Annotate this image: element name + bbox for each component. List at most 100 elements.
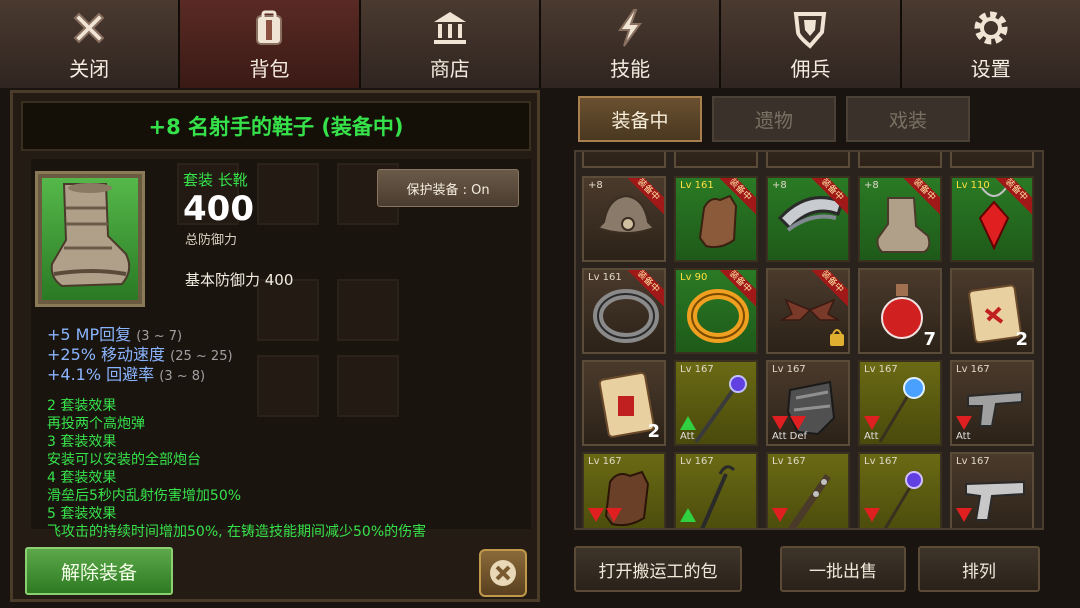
- tab-backpack[interactable]: 背包: [180, 0, 361, 88]
- tab-skills[interactable]: 技能: [540, 0, 722, 88]
- backpack-icon: [246, 6, 292, 50]
- inventory-slot-partial[interactable]: [766, 152, 850, 168]
- inventory-slot[interactable]: Lv 167: [858, 452, 942, 528]
- tab-settings[interactable]: 设置: [901, 0, 1080, 88]
- inventory-slot[interactable]: Lv 110 装备中: [950, 176, 1034, 262]
- item-defense-caption: 总防御力: [185, 233, 238, 248]
- slot-level-label: +8: [588, 180, 603, 191]
- faded-slot: [337, 279, 399, 341]
- shop-icon: [427, 6, 473, 50]
- faded-slot: [337, 355, 399, 417]
- tab-backpack-label: 背包: [249, 57, 290, 81]
- inventory-grid[interactable]: +8 装备中 Lv 161 装备中 +8 装备中 +8 装备中 Lv 110 装备中 Lv 161 装…: [574, 150, 1044, 530]
- stat-down-arrow-icon: [864, 508, 880, 522]
- inventory-slot[interactable]: +8 装备中: [582, 176, 666, 262]
- tab-settings-label: 设置: [970, 57, 1011, 81]
- slot-compare-tag: Att: [680, 431, 695, 442]
- inventory-slot[interactable]: Lv 167: [950, 452, 1034, 528]
- item-set-type: 套装 长靴: [183, 171, 248, 189]
- slot-compare-tag: Att: [864, 431, 879, 442]
- inventory-slot[interactable]: Lv 161 装备中: [582, 268, 666, 354]
- slot-count: 2: [647, 421, 660, 442]
- stat-line: +4.1% 回避率 (3 ~ 8): [47, 361, 205, 385]
- slot-level-label: Lv 167: [680, 456, 714, 467]
- faded-slot: [257, 163, 319, 225]
- inventory-slot[interactable]: 7: [858, 268, 942, 354]
- slot-compare-tag: Att Def: [772, 431, 808, 442]
- inventory-slot[interactable]: Lv 167 Att Def: [766, 360, 850, 446]
- inventory-slot[interactable]: Lv 167: [582, 452, 666, 528]
- tab-mercenary[interactable]: 佣兵: [721, 0, 902, 88]
- slot-level-label: Lv 167: [864, 456, 898, 467]
- item-detail-panel: +8 名射手的鞋子 (装备中) 套装 长靴 400 总防御力 基本防御力 400…: [10, 90, 540, 602]
- sort-button[interactable]: 排列: [918, 546, 1040, 592]
- set-effect-line: 5 套装效果: [47, 506, 117, 522]
- boot-icon: [50, 183, 131, 288]
- stat-down-arrow-icon: [956, 416, 972, 430]
- inventory-slot[interactable]: Lv 167 Att: [950, 360, 1034, 446]
- stat-text: +4.1% 回避率: [47, 365, 155, 384]
- item-title: +8 名射手的鞋子 (装备中): [148, 115, 404, 139]
- tab-costume[interactable]: 戏装: [846, 96, 970, 142]
- slot-level-label: +8: [864, 180, 879, 191]
- tab-close[interactable]: 关闭: [0, 0, 181, 88]
- stat-down-arrow-icon: [588, 508, 604, 522]
- unequip-button[interactable]: 解除装备: [25, 547, 173, 595]
- set-effect-line: 飞攻击的持续时间增加50%, 在铸造技能期间减少50%的伤害: [47, 524, 427, 540]
- tab-skills-label: 技能: [610, 57, 651, 81]
- inventory-slot[interactable]: +8 装备中: [766, 176, 850, 262]
- set-effect-line: 4 套装效果: [47, 470, 117, 486]
- slot-level-label: Lv 167: [864, 364, 898, 375]
- stat-up-arrow-icon: [680, 508, 696, 522]
- slot-level-label: Lv 90: [680, 272, 708, 283]
- set-effect-line: 安装可以安装的全部炮台: [47, 452, 201, 468]
- slot-level-label: +8: [772, 180, 787, 191]
- bulk-sell-button[interactable]: 一批出售: [780, 546, 906, 592]
- stat-down-arrow-icon: [606, 508, 622, 522]
- inventory-slot[interactable]: 2: [950, 268, 1034, 354]
- slot-level-label: Lv 161: [588, 272, 622, 283]
- inventory-slot[interactable]: Lv 167: [674, 452, 758, 528]
- inventory-slot-partial[interactable]: [674, 152, 758, 168]
- close-panel-button[interactable]: [479, 549, 527, 597]
- stat-down-arrow-icon: [772, 416, 788, 430]
- inventory-slot[interactable]: Lv 90 装备中: [674, 268, 758, 354]
- stat-up-arrow-icon: [680, 416, 696, 430]
- slot-compare-tag: Att: [956, 431, 971, 442]
- inventory-slot-partial[interactable]: [858, 152, 942, 168]
- inventory-slot-partial[interactable]: [950, 152, 1034, 168]
- open-porter-bag-button[interactable]: 打开搬运工的包: [574, 546, 742, 592]
- slot-level-label: Lv 167: [588, 456, 622, 467]
- inventory-slot[interactable]: Lv 167 Att: [674, 360, 758, 446]
- tab-equipped[interactable]: 装备中: [578, 96, 702, 142]
- inventory-slot-partial[interactable]: [582, 152, 666, 168]
- inventory-slot[interactable]: Lv 161 装备中: [674, 176, 758, 262]
- inventory-slot[interactable]: Lv 167 Att: [858, 360, 942, 446]
- item-base-defense: 基本防御力 400: [185, 271, 294, 289]
- slot-count: 7: [923, 329, 936, 350]
- skill-bolt-icon: [607, 6, 653, 50]
- faded-slot: [257, 355, 319, 417]
- slot-level-label: Lv 161: [680, 180, 714, 191]
- inventory-slot[interactable]: Lv 167: [766, 452, 850, 528]
- set-effect-line: 3 套装效果: [47, 434, 117, 450]
- tab-shop-label: 商店: [429, 57, 470, 81]
- set-effect-line: 再投两个高炮弹: [47, 416, 145, 432]
- tab-close-label: 关闭: [69, 57, 110, 81]
- item-defense-value: 400: [183, 189, 254, 229]
- inventory-slot[interactable]: 2: [582, 360, 666, 446]
- close-icon: [66, 6, 112, 50]
- inventory-slot[interactable]: 装备中: [766, 268, 850, 354]
- stat-down-arrow-icon: [772, 508, 788, 522]
- top-nav: 关闭 背包 商店 技能 佣兵 设置: [0, 0, 1080, 88]
- protect-equipment-toggle[interactable]: 保护装备 : On: [377, 169, 519, 207]
- stat-down-arrow-icon: [956, 508, 972, 522]
- tab-shop[interactable]: 商店: [360, 0, 541, 88]
- inventory-slot[interactable]: +8 装备中: [858, 176, 942, 262]
- gear-icon: [968, 6, 1014, 50]
- mercenary-shield-icon: [787, 6, 833, 50]
- slot-level-label: Lv 167: [956, 364, 990, 375]
- stat-range: (3 ~ 8): [159, 369, 206, 384]
- slot-level-label: Lv 167: [680, 364, 714, 375]
- tab-relics[interactable]: 遗物: [712, 96, 836, 142]
